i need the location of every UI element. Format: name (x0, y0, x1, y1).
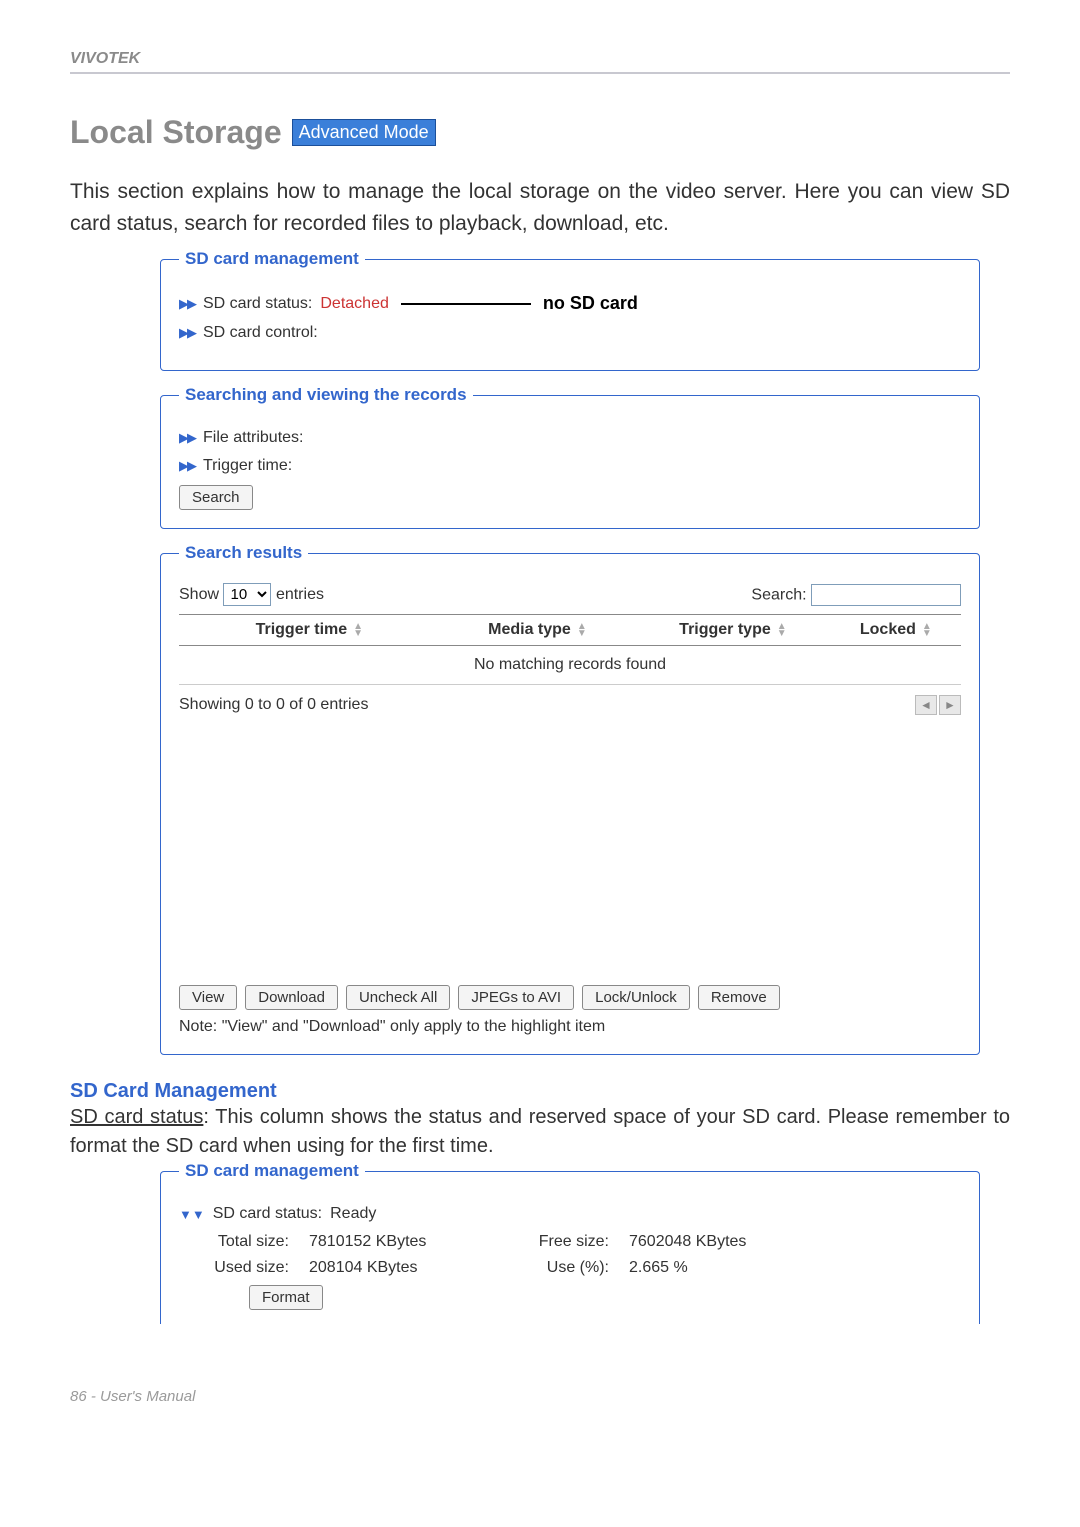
file-attributes-label: File attributes: (203, 429, 303, 447)
expand-icon[interactable]: ▶▶ (179, 325, 195, 341)
sd-card-management-heading: SD Card Management (70, 1080, 1010, 1103)
trigger-time-label: Trigger time: (203, 457, 292, 475)
remove-button[interactable]: Remove (698, 985, 780, 1010)
uncheck-all-button[interactable]: Uncheck All (346, 985, 450, 1010)
pager-next-button[interactable]: ► (939, 695, 961, 715)
sd-card-management-panel: SD card management ▶▶ SD card status: De… (160, 249, 980, 371)
col-label: Trigger type (679, 621, 771, 639)
sd-status-label: SD card status: (213, 1205, 322, 1223)
collapse-icon[interactable]: ▼▼ (179, 1207, 205, 1222)
results-header-row: Trigger time ▲▼ Media type ▲▼ Trigger ty… (179, 614, 961, 646)
expand-icon[interactable]: ▶▶ (179, 430, 195, 446)
sd-status-description: SD card status: This column shows the st… (70, 1103, 1010, 1161)
search-results-panel: Search results Show 10 entries Search: T… (160, 543, 980, 1055)
intro-paragraph: This section explains how to manage the … (70, 176, 1010, 239)
download-button[interactable]: Download (245, 985, 338, 1010)
use-pct-value: 2.665 % (629, 1259, 839, 1277)
pager-prev-button[interactable]: ◄ (915, 695, 937, 715)
showing-text: Showing 0 to 0 of 0 entries (179, 696, 368, 714)
sd-status-value: Detached (320, 295, 389, 313)
expand-icon[interactable]: ▶▶ (179, 458, 195, 474)
lock-unlock-button[interactable]: Lock/Unlock (582, 985, 690, 1010)
free-size-label: Free size: (519, 1233, 629, 1251)
sd-status-desc-text: : This column shows the status and reser… (70, 1106, 1010, 1157)
used-size-value: 208104 KBytes (309, 1259, 519, 1277)
col-label: Trigger time (256, 621, 348, 639)
total-size-value: 7810152 KBytes (309, 1233, 519, 1251)
jpegs-to-avi-button[interactable]: JPEGs to AVI (458, 985, 574, 1010)
search-input[interactable] (811, 584, 961, 606)
panel-legend: Search results (179, 543, 308, 563)
sort-icon: ▲▼ (577, 623, 587, 637)
searching-panel: Searching and viewing the records ▶▶ Fil… (160, 385, 980, 529)
sd-control-label: SD card control: (203, 324, 318, 342)
search-label: Search: (751, 586, 806, 603)
sd-card-management-ready-panel: SD card management ▼▼ SD card status: Re… (160, 1161, 980, 1324)
total-size-label: Total size: (179, 1233, 309, 1251)
col-label: Media type (488, 621, 571, 639)
sort-icon: ▲▼ (353, 623, 363, 637)
annotation-no-sd: no SD card (543, 293, 638, 314)
use-pct-label: Use (%): (519, 1259, 629, 1277)
entries-select[interactable]: 10 (223, 583, 271, 606)
col-media-type[interactable]: Media type ▲▼ (440, 621, 636, 639)
sd-status-label: SD card status: (203, 295, 312, 313)
col-label: Locked (860, 621, 916, 639)
used-size-label: Used size: (179, 1259, 309, 1277)
annotation-line (401, 303, 531, 305)
panel-legend: Searching and viewing the records (179, 385, 473, 405)
format-button[interactable]: Format (249, 1285, 323, 1310)
view-button[interactable]: View (179, 985, 237, 1010)
show-label-suffix: entries (276, 586, 324, 603)
search-button[interactable]: Search (179, 485, 253, 510)
col-locked[interactable]: Locked ▲▼ (831, 621, 961, 639)
advanced-mode-badge: Advanced Mode (292, 119, 436, 146)
free-size-value: 7602048 KBytes (629, 1233, 839, 1251)
show-label-prefix: Show (179, 586, 219, 603)
col-trigger-type[interactable]: Trigger type ▲▼ (635, 621, 831, 639)
panel-legend: SD card management (179, 1161, 365, 1181)
sd-status-value-ready: Ready (330, 1205, 376, 1223)
sd-status-underlined: SD card status (70, 1106, 203, 1128)
col-trigger-time[interactable]: Trigger time ▲▼ (179, 621, 440, 639)
page-title: Local Storage (70, 114, 282, 151)
sort-icon: ▲▼ (922, 623, 932, 637)
sort-icon: ▲▼ (777, 623, 787, 637)
page-footer: 86 - User's Manual (0, 1368, 1080, 1425)
note-text: Note: "View" and "Download" only apply t… (179, 1018, 961, 1036)
expand-icon[interactable]: ▶▶ (179, 296, 195, 312)
panel-legend: SD card management (179, 249, 365, 269)
no-records-message: No matching records found (179, 646, 961, 685)
brand-header: VIVOTEK (70, 50, 1010, 74)
